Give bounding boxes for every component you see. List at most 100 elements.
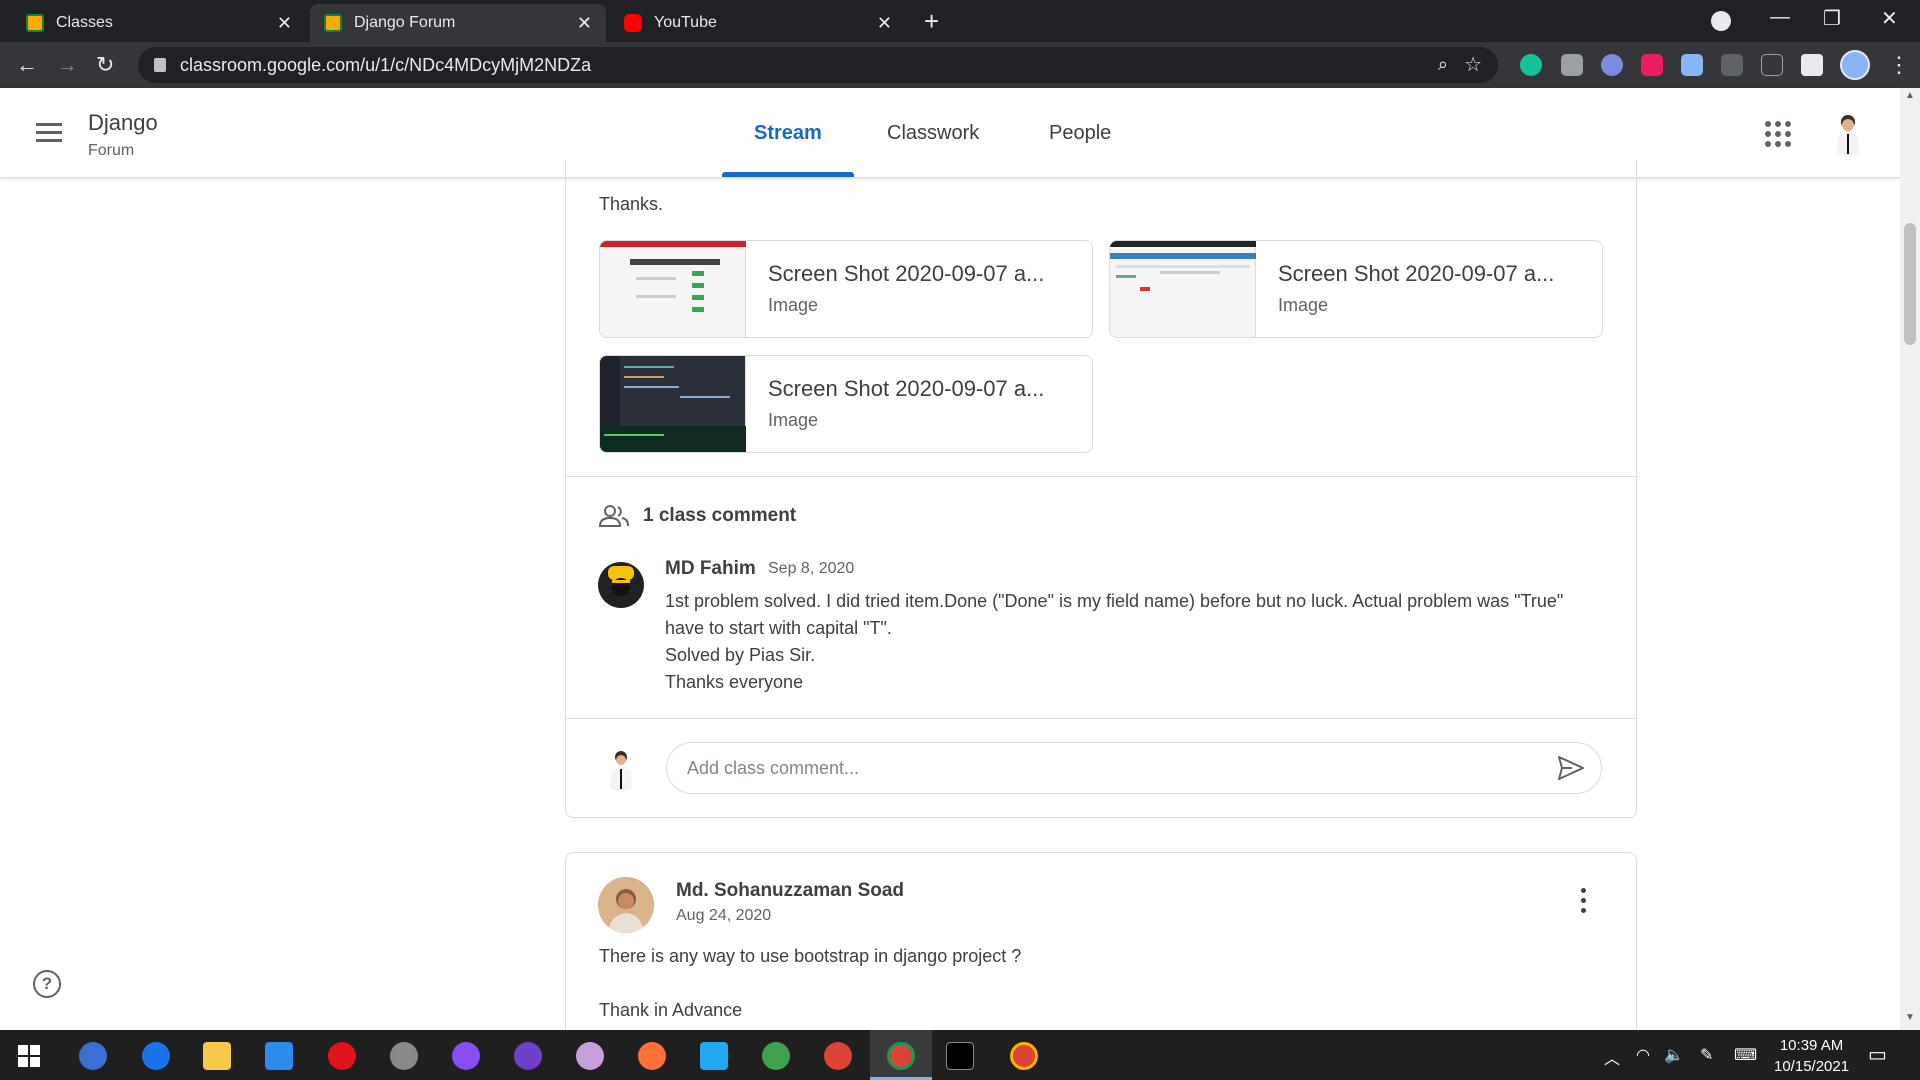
extension-icon[interactable] <box>1721 54 1743 76</box>
close-tab-icon[interactable]: ✕ <box>277 13 292 34</box>
add-comment-input[interactable] <box>687 755 1507 781</box>
terminal-icon[interactable] <box>946 1042 974 1070</box>
browser-tab-classes[interactable]: Classes ✕ <box>12 4 306 42</box>
download-extension-icon[interactable] <box>1681 54 1703 76</box>
messenger-icon[interactable] <box>452 1042 480 1070</box>
network-icon[interactable]: ◠ <box>1636 1045 1650 1065</box>
post-line <box>599 970 1021 997</box>
paint-icon[interactable] <box>576 1042 604 1070</box>
more-options-icon[interactable] <box>1578 888 1588 916</box>
help-icon[interactable]: ? <box>33 970 61 998</box>
user-photo <box>610 751 632 791</box>
scroll-down-arrow-icon[interactable]: ▼ <box>1905 1012 1915 1023</box>
scrollbar-thumb[interactable] <box>1904 223 1916 345</box>
clock-date: 10/15/2021 <box>1774 1058 1850 1075</box>
clock-time: 10:39 AM <box>1779 1037 1844 1054</box>
class-section: Forum <box>88 142 135 159</box>
scroll-up-arrow-icon[interactable]: ▲ <box>1905 90 1915 101</box>
divider <box>566 476 1636 477</box>
commenter-photo <box>608 566 634 596</box>
page-scrollbar[interactable]: ▲ ▼ <box>1900 88 1920 1030</box>
browser-profile-avatar[interactable] <box>1840 50 1870 80</box>
tab-people[interactable]: People <box>1049 122 1111 145</box>
comment-line: Solved by Pias Sir. <box>665 645 816 665</box>
browser-tab-django-forum[interactable]: Django Forum ✕ <box>310 4 606 42</box>
account-avatar[interactable] <box>1824 108 1872 156</box>
back-icon[interactable]: ← <box>16 52 38 78</box>
divider <box>566 718 1636 719</box>
browser-menu-icon[interactable]: ⋮ <box>1888 52 1910 78</box>
comment-line: 1st problem solved. I did tried item.Don… <box>665 591 1564 638</box>
satellite-app-icon[interactable] <box>390 1042 418 1070</box>
minimize-icon[interactable]: — <box>1770 6 1790 29</box>
windows-start-icon[interactable] <box>18 1045 40 1067</box>
tab-search-icon[interactable] <box>1711 11 1731 31</box>
camera-extension-icon[interactable] <box>1561 54 1583 76</box>
attachment-name: Screen Shot 2020-09-07 a... <box>768 261 1045 286</box>
vscode-icon[interactable] <box>700 1042 728 1070</box>
attachment-card[interactable]: Screen Shot 2020-09-07 a... Image <box>599 240 1093 338</box>
new-tab-icon[interactable]: + <box>924 6 939 37</box>
taskbar-clock[interactable]: 10:39 AM 10/15/2021 <box>1774 1035 1849 1077</box>
post-body: There is any way to use bootstrap in dja… <box>599 943 1021 1024</box>
tab-classwork[interactable]: Classwork <box>887 122 979 145</box>
close-tab-icon[interactable]: ✕ <box>577 13 592 34</box>
pen-workspace-icon[interactable]: ✎ <box>1700 1045 1713 1065</box>
edge-icon[interactable] <box>142 1042 170 1070</box>
mail-icon[interactable] <box>265 1042 293 1070</box>
attachment-thumbnail <box>1110 241 1256 337</box>
app-icon[interactable] <box>762 1042 790 1070</box>
puzzle-extensions-icon[interactable] <box>1801 54 1823 76</box>
play-extension-icon[interactable] <box>1641 54 1663 76</box>
attachment-card[interactable]: Screen Shot 2020-09-07 a... Image <box>1109 240 1603 338</box>
chrome-icon[interactable] <box>824 1042 852 1070</box>
github-icon[interactable] <box>514 1042 542 1070</box>
file-explorer-icon[interactable] <box>203 1042 231 1070</box>
chrome-icon[interactable] <box>887 1042 915 1070</box>
main-menu-icon[interactable] <box>36 123 62 143</box>
send-icon[interactable] <box>1557 755 1585 781</box>
window-close-icon[interactable]: ✕ <box>1881 6 1898 31</box>
attachment-type: Image <box>768 410 819 430</box>
volume-icon[interactable]: 🔈 <box>1664 1045 1684 1065</box>
screenshot-preview <box>600 356 746 452</box>
class-comment-count[interactable]: 1 class comment <box>643 505 796 527</box>
browser-toolbar: ← → ↻ classroom.google.com/u/1/c/NDc4MDc… <box>0 42 1920 88</box>
youtube-icon <box>624 14 642 32</box>
forward-icon[interactable]: → <box>56 52 78 78</box>
attachment-thumbnail <box>600 241 746 337</box>
attachment-name: Screen Shot 2020-09-07 a... <box>1278 261 1555 286</box>
pen-extension-icon[interactable] <box>1761 54 1783 76</box>
tab-stream[interactable]: Stream <box>754 122 822 145</box>
tab-title: YouTube <box>654 14 717 31</box>
bookmark-star-icon[interactable]: ☆ <box>1464 52 1482 77</box>
browser-tab-youtube[interactable]: YouTube ✕ <box>610 4 906 42</box>
notification-center-icon[interactable]: ▭ <box>1868 1042 1887 1067</box>
attachment-card[interactable]: Screen Shot 2020-09-07 a... Image <box>599 355 1093 453</box>
google-apps-icon[interactable] <box>1765 121 1791 147</box>
attachment-thumbnail <box>600 356 746 452</box>
qbittorrent-icon[interactable] <box>79 1042 107 1070</box>
firefox-icon[interactable] <box>638 1042 666 1070</box>
attachment-type: Image <box>768 295 819 315</box>
chrome-profile-icon[interactable] <box>1010 1042 1038 1070</box>
class-title[interactable]: Django <box>88 110 158 136</box>
reload-icon[interactable]: ↻ <box>96 52 114 78</box>
tab-title: Classes <box>56 14 113 31</box>
close-tab-icon[interactable]: ✕ <box>877 13 892 34</box>
restore-icon[interactable]: ❐ <box>1823 6 1841 31</box>
comment-body: 1st problem solved. I did tried item.Don… <box>665 588 1605 696</box>
windows-taskbar: ︿ ◠ 🔈 ✎ ⌨ 10:39 AM 10/15/2021 ▭ <box>0 1030 1920 1080</box>
touch-keyboard-icon[interactable]: ⌨ <box>1734 1045 1757 1065</box>
grammarly-extension-icon[interactable] <box>1520 54 1542 76</box>
address-bar[interactable]: classroom.google.com/u/1/c/NDc4MDcyMjM2N… <box>138 47 1498 83</box>
show-hidden-icons-icon[interactable]: ︿ <box>1604 1045 1620 1069</box>
add-comment-box[interactable] <box>666 742 1602 794</box>
extension-icon[interactable] <box>1601 54 1623 76</box>
opera-icon[interactable] <box>328 1042 356 1070</box>
attachment-name: Screen Shot 2020-09-07 a... <box>768 376 1045 401</box>
zoom-icon[interactable]: ⌕ <box>1438 54 1448 75</box>
post-author: Md. Sohanuzzaman Soad <box>676 880 905 901</box>
classroom-icon <box>324 14 342 32</box>
classroom-icon <box>26 14 44 32</box>
